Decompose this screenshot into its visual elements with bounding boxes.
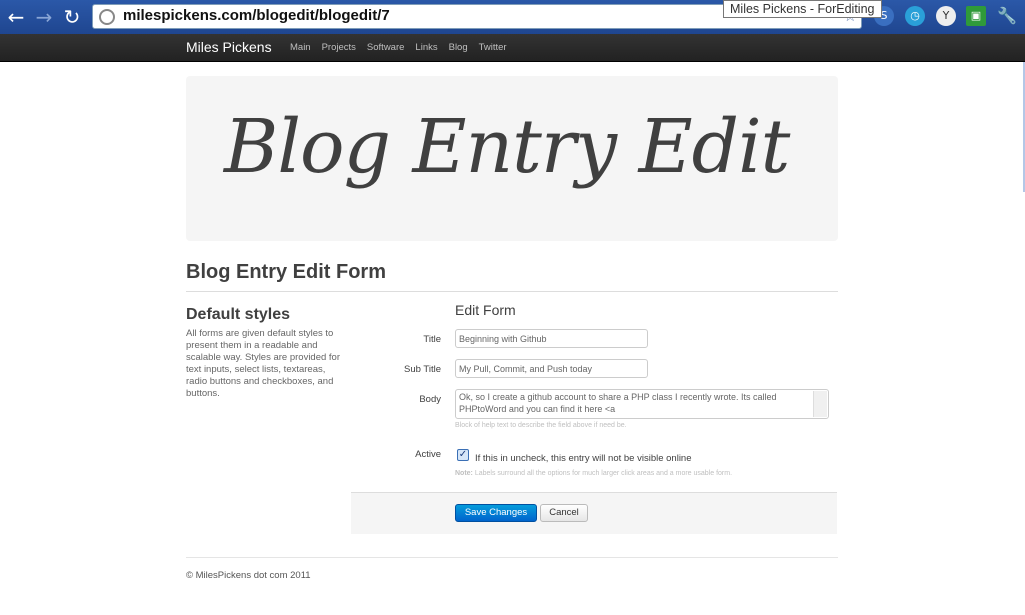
body-label: Body: [419, 394, 441, 405]
active-note: Note: Labels surround all the options fo…: [455, 470, 732, 477]
active-checkbox[interactable]: ✓: [457, 449, 469, 461]
yslow-extension-icon[interactable]: Y: [936, 6, 956, 26]
body-text: Ok, so I create a github account to shar…: [459, 392, 777, 414]
title-divider: [186, 291, 838, 292]
tab-tooltip: Miles Pickens - ForEditing: [723, 0, 882, 18]
back-arrow-icon[interactable]: ←: [4, 5, 28, 29]
clock-extension-icon[interactable]: ◷: [905, 6, 925, 26]
nav-link-main[interactable]: Main: [290, 42, 311, 53]
form-legend: Edit Form: [455, 302, 516, 318]
note-label: Note:: [455, 470, 473, 477]
subtitle-input[interactable]: My Pull, Commit, and Push today: [455, 359, 648, 378]
hero-unit: Blog Entry Edit: [186, 76, 838, 241]
site-topbar: Miles Pickens Main Projects Software Lin…: [0, 34, 1025, 62]
address-url[interactable]: milespickens.com/blogedit/blogedit/7: [123, 7, 390, 24]
save-changes-button[interactable]: Save Changes: [455, 504, 537, 522]
note-text: Labels surround all the options for much…: [474, 470, 733, 477]
title-input[interactable]: Beginning with Github: [455, 329, 648, 348]
screen-extension-icon[interactable]: ▣: [966, 6, 986, 26]
form-actions: [351, 492, 837, 534]
reload-icon[interactable]: ↻: [60, 5, 84, 29]
nav-link-projects[interactable]: Projects: [322, 42, 356, 53]
nav-link-twitter[interactable]: Twitter: [479, 42, 507, 53]
active-label: Active: [415, 449, 441, 460]
top-navigation: Main Projects Software Links Blog Twitte…: [290, 42, 507, 53]
subtitle-label: Sub Title: [404, 364, 441, 375]
nav-link-software[interactable]: Software: [367, 42, 405, 53]
footer-copyright: © MilesPickens dot com 2011: [186, 570, 311, 581]
sidebar-heading: Default styles: [186, 306, 291, 323]
body-textarea[interactable]: Ok, so I create a github account to shar…: [455, 389, 829, 419]
nav-link-links[interactable]: Links: [415, 42, 437, 53]
hero-heading: Blog Entry Edit: [224, 104, 790, 190]
cancel-button[interactable]: Cancel: [540, 504, 588, 522]
globe-icon: [99, 9, 115, 25]
body-help-text: Block of help text to describe the field…: [455, 422, 627, 429]
page-title: Blog Entry Edit Form: [186, 261, 386, 283]
nav-link-blog[interactable]: Blog: [449, 42, 468, 53]
textarea-scrollbar[interactable]: [813, 391, 827, 417]
footer-divider: [186, 557, 838, 558]
sidebar-description: All forms are given default styles to pr…: [186, 328, 341, 399]
forward-arrow-icon[interactable]: →: [32, 5, 56, 29]
wrench-icon[interactable]: 🔧: [997, 6, 1017, 26]
site-brand[interactable]: Miles Pickens: [186, 39, 272, 55]
active-checkbox-text[interactable]: If this in uncheck, this entry will not …: [475, 453, 692, 464]
title-label: Title: [423, 334, 441, 345]
